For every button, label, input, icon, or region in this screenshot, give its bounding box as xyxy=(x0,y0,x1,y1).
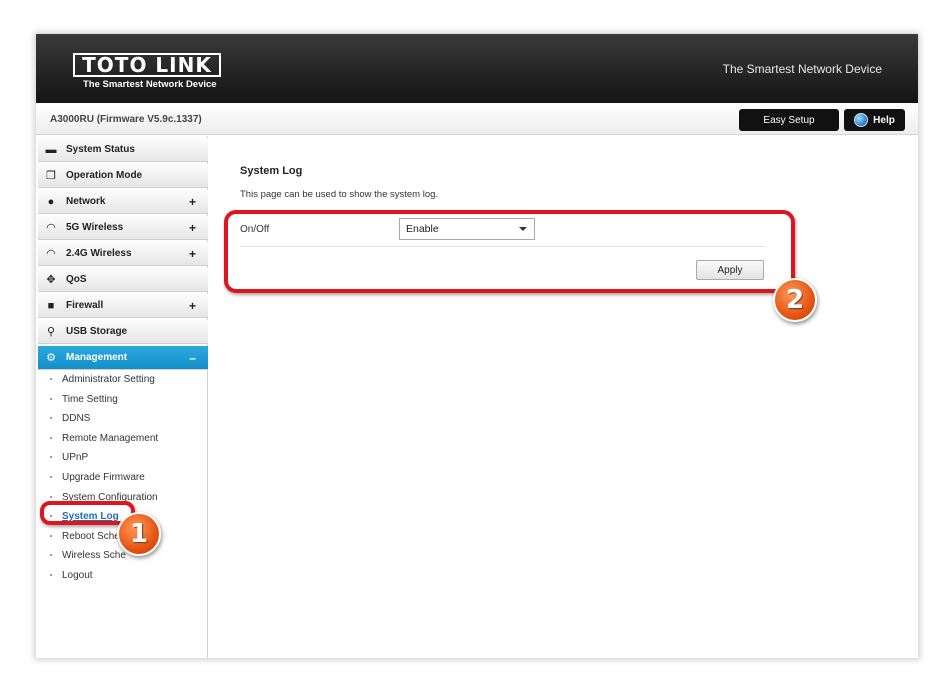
bullet-icon xyxy=(50,398,52,401)
submenu-item-reboot-schedule[interactable]: Reboot Sche xyxy=(50,530,120,544)
sidebar-item-operation-mode[interactable]: ❐ Operation Mode xyxy=(38,164,208,188)
globe-icon: ● xyxy=(47,195,55,208)
sidebar-item-label: Operation Mode xyxy=(66,170,143,181)
firmware-version: A3000RU (Firmware V5.9c.1337) xyxy=(50,114,202,125)
expand-icon: + xyxy=(188,195,196,209)
submenu-label: Logout xyxy=(62,570,93,581)
sidebar-item-label: QoS xyxy=(66,274,87,285)
sidebar-item-firewall[interactable]: ■ Firewall + xyxy=(38,294,208,318)
bullet-icon xyxy=(50,378,52,381)
header-slogan: The Smartest Network Device xyxy=(722,62,882,76)
bullet-icon xyxy=(50,476,52,479)
step-badge-2: 2 xyxy=(773,278,817,322)
sidebar-item-label: Management xyxy=(66,352,128,363)
submenu-item-ddns[interactable]: DDNS xyxy=(50,412,90,426)
submenu-label: Remote Management xyxy=(62,433,159,444)
sidebar-item-label: USB Storage xyxy=(66,326,128,337)
submenu-item-remote-management[interactable]: Remote Management xyxy=(50,432,158,446)
submenu-label: Reboot Sche xyxy=(62,531,120,542)
step-badge-1: 1 xyxy=(117,512,161,556)
bullet-icon xyxy=(50,574,52,577)
sidebar-item-label: 2.4G Wireless xyxy=(66,248,132,259)
page-title: System Log xyxy=(240,165,303,177)
expand-icon: + xyxy=(188,299,196,313)
sidebar-item-label: Firewall xyxy=(66,300,104,311)
sidebar-item-usb-storage[interactable]: ⚲ USB Storage xyxy=(38,320,208,344)
sidebar-item-5g-wireless[interactable]: ◠ 5G Wireless + xyxy=(38,216,208,240)
sidebar-item-2-4g-wireless[interactable]: ◠ 2.4G Wireless + xyxy=(38,242,208,266)
bullet-icon xyxy=(50,417,52,420)
sidebar-item-label: Network xyxy=(66,196,106,207)
wifi-icon: ◠ xyxy=(46,222,56,234)
page-description: This page can be used to show the system… xyxy=(240,189,439,200)
totolink-logo: TOTO LINK xyxy=(73,53,221,77)
submenu-label: Time Setting xyxy=(62,394,118,405)
bullet-icon xyxy=(50,554,52,557)
submenu-label: Upgrade Firmware xyxy=(62,472,145,483)
help-button[interactable]: Help xyxy=(844,109,905,131)
highlight-settings-form xyxy=(224,210,795,293)
bullet-icon xyxy=(50,437,52,440)
chat-bubble-icon: ▬ xyxy=(45,143,57,156)
expand-icon: + xyxy=(188,247,196,261)
submenu-item-time-setting[interactable]: Time Setting xyxy=(50,393,118,407)
windows-icon: ❐ xyxy=(46,170,56,182)
collapse-icon: – xyxy=(189,351,196,365)
sidebar-item-qos[interactable]: ✥ QoS xyxy=(38,268,208,292)
sidebar-item-management[interactable]: ⚙ Management – xyxy=(38,346,208,370)
bullet-icon xyxy=(50,496,52,499)
submenu-item-upgrade-firmware[interactable]: Upgrade Firmware xyxy=(50,471,145,485)
firmware-bar: A3000RU (Firmware V5.9c.1337) Easy Setup… xyxy=(36,103,918,135)
submenu-item-logout[interactable]: Logout xyxy=(50,569,93,583)
submenu-item-upnp[interactable]: UPnP xyxy=(50,451,88,465)
sidebar-item-label: System Status xyxy=(66,144,135,155)
help-label: Help xyxy=(873,114,895,126)
bullet-icon xyxy=(50,456,52,459)
submenu-item-administrator-setting[interactable]: Administrator Setting xyxy=(50,373,155,387)
router-admin-window: TOTO LINK The Smartest Network Device Th… xyxy=(36,34,918,658)
usb-icon: ⚲ xyxy=(46,326,56,338)
sidebar-menu: ▬ System Status ❐ Operation Mode ● Netwo… xyxy=(36,136,208,658)
top-header: TOTO LINK The Smartest Network Device Th… xyxy=(36,34,918,103)
easy-setup-button[interactable]: Easy Setup xyxy=(739,109,839,131)
submenu-label: Wireless Sche xyxy=(62,550,126,561)
logo-text: TOTO LINK xyxy=(82,53,212,77)
expand-icon: + xyxy=(188,221,196,235)
sidebar-item-label: 5G Wireless xyxy=(66,222,124,233)
lock-icon: ■ xyxy=(47,299,55,312)
bullet-icon xyxy=(50,535,52,538)
submenu-label: UPnP xyxy=(62,452,89,463)
wifi-icon: ◠ xyxy=(46,248,56,260)
qos-icon: ✥ xyxy=(46,274,56,286)
submenu-label: Administrator Setting xyxy=(62,374,155,385)
submenu-label: DDNS xyxy=(62,413,91,424)
sidebar-item-network[interactable]: ● Network + xyxy=(38,190,208,214)
sidebar-item-system-status[interactable]: ▬ System Status xyxy=(38,138,208,162)
submenu-item-wireless-schedule[interactable]: Wireless Sche xyxy=(50,549,126,563)
gear-icon: ⚙ xyxy=(46,352,56,364)
help-globe-icon xyxy=(854,113,869,127)
logo-tagline: The Smartest Network Device xyxy=(83,79,217,90)
